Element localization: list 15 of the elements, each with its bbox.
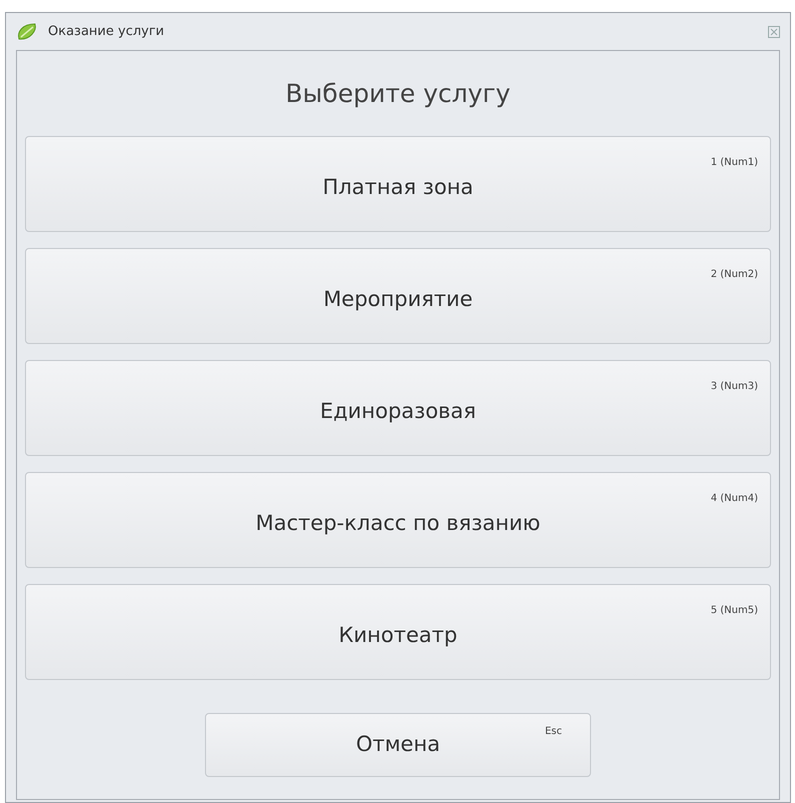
heading: Выберите услугу	[286, 78, 510, 110]
service-button[interactable]: Кинотеатр 5 (Num5)	[25, 584, 771, 680]
cancel-button[interactable]: Отмена Esc	[205, 713, 591, 777]
shortcut-hint: 4 (Num4)	[710, 492, 758, 506]
shortcut-hint: 2 (Num2)	[710, 268, 758, 282]
window-title: Оказание услуги	[48, 22, 164, 41]
service-button[interactable]: Мероприятие 2 (Num2)	[25, 248, 771, 344]
shortcut-hint: 1 (Num1)	[710, 156, 758, 170]
service-button[interactable]: Платная зона 1 (Num1)	[25, 136, 771, 232]
shortcut-hint: 5 (Num5)	[710, 604, 758, 618]
shortcut-hint: 3 (Num3)	[710, 380, 758, 394]
service-button[interactable]: Мастер-класс по вязанию 4 (Num4)	[25, 472, 771, 568]
shortcut-hint: Esc	[544, 725, 562, 739]
service-button[interactable]: Единоразовая 3 (Num3)	[25, 360, 771, 456]
close-icon[interactable]	[768, 26, 780, 38]
